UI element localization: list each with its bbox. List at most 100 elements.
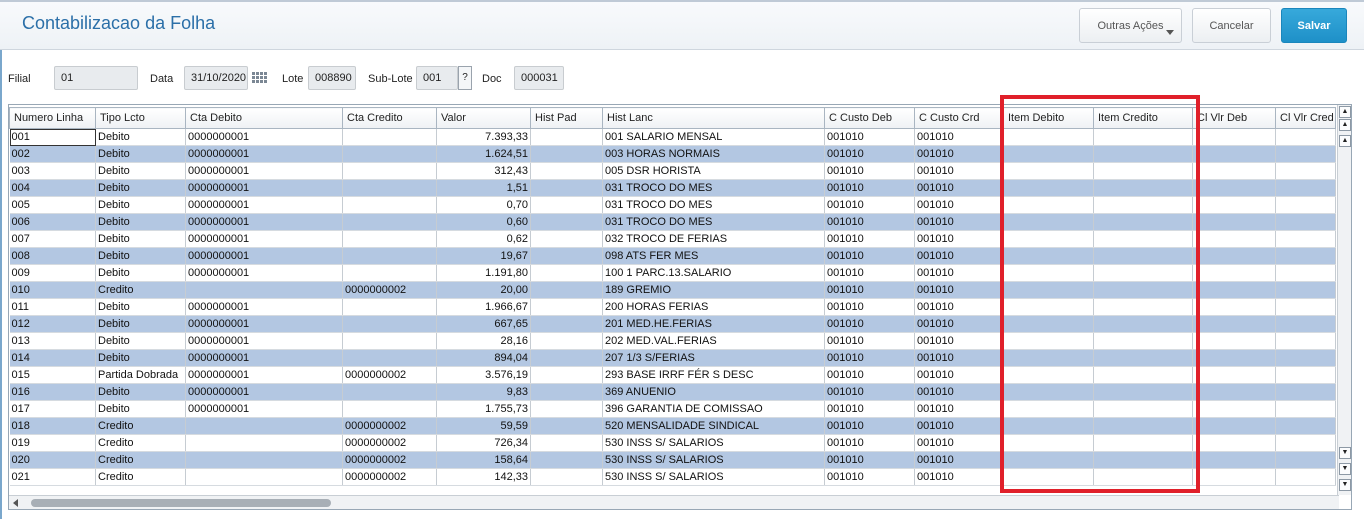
- table-cell[interactable]: 001010: [914, 196, 1004, 214]
- column-header[interactable]: Numero Linha: [9, 107, 96, 129]
- table-cell[interactable]: 001010: [914, 230, 1004, 248]
- calendar-icon[interactable]: [251, 71, 267, 85]
- table-cell[interactable]: 0,62: [436, 230, 531, 248]
- table-cell[interactable]: 1.624,51: [436, 145, 531, 163]
- table-cell[interactable]: [342, 145, 437, 163]
- table-cell[interactable]: 0000000002: [342, 451, 437, 469]
- table-cell[interactable]: 031 TROCO DO MES: [602, 213, 825, 231]
- table-cell[interactable]: Debito: [95, 196, 186, 214]
- table-cell[interactable]: [1275, 383, 1336, 401]
- table-cell[interactable]: [1003, 128, 1094, 146]
- table-cell[interactable]: 001010: [914, 179, 1004, 197]
- table-cell[interactable]: [1275, 298, 1336, 316]
- table-cell[interactable]: Debito: [95, 315, 186, 333]
- table-cell[interactable]: [1003, 451, 1094, 469]
- table-cell[interactable]: Debito: [95, 145, 186, 163]
- table-cell[interactable]: [1003, 383, 1094, 401]
- table-cell[interactable]: 0000000001: [185, 128, 343, 146]
- table-cell[interactable]: 001010: [824, 128, 915, 146]
- table-cell[interactable]: [1093, 400, 1193, 418]
- table-cell[interactable]: 0000000001: [185, 145, 343, 163]
- table-cell[interactable]: 001010: [914, 128, 1004, 146]
- table-row[interactable]: 017 Debito 0000000001 1.755,73 396 GARANTIA …: [9, 400, 1336, 418]
- table-row[interactable]: 021 Credito 0000000002 142,33 530 INSS S/ SA…: [9, 468, 1336, 486]
- table-cell[interactable]: 001010: [914, 366, 1004, 384]
- table-cell[interactable]: [1093, 383, 1193, 401]
- table-cell[interactable]: 001010: [824, 162, 915, 180]
- table-cell[interactable]: Credito: [95, 417, 186, 435]
- table-cell[interactable]: [1275, 468, 1336, 486]
- table-cell[interactable]: 031 TROCO DO MES: [602, 196, 825, 214]
- table-cell[interactable]: 001010: [824, 366, 915, 384]
- table-cell[interactable]: [1192, 196, 1276, 214]
- table-cell[interactable]: 530 INSS S/ SALARIOS: [602, 468, 825, 486]
- table-cell[interactable]: 0000000001: [185, 196, 343, 214]
- table-cell[interactable]: [342, 349, 437, 367]
- table-cell[interactable]: [342, 332, 437, 350]
- table-cell[interactable]: 1.966,67: [436, 298, 531, 316]
- table-cell[interactable]: 001010: [914, 417, 1004, 435]
- table-cell[interactable]: [342, 196, 437, 214]
- table-cell[interactable]: [1275, 145, 1336, 163]
- table-cell[interactable]: 004: [9, 179, 96, 197]
- table-row[interactable]: 014 Debito 0000000001 894,04 207 1/3 S/FERIA…: [9, 349, 1336, 367]
- table-cell[interactable]: [1093, 213, 1193, 231]
- table-cell[interactable]: [1192, 451, 1276, 469]
- table-cell[interactable]: [1275, 264, 1336, 282]
- table-cell[interactable]: 001010: [824, 332, 915, 350]
- table-cell[interactable]: [342, 383, 437, 401]
- table-cell[interactable]: [1192, 383, 1276, 401]
- table-cell[interactable]: [1093, 349, 1193, 367]
- table-cell[interactable]: [1275, 196, 1336, 214]
- table-cell[interactable]: [342, 264, 437, 282]
- table-cell[interactable]: [1003, 298, 1094, 316]
- table-cell[interactable]: [1093, 332, 1193, 350]
- table-cell[interactable]: 894,04: [436, 349, 531, 367]
- table-cell[interactable]: 530 INSS S/ SALARIOS: [602, 451, 825, 469]
- table-row[interactable]: 019 Credito 0000000002 726,34 530 INSS S/ SA…: [9, 434, 1336, 452]
- table-cell[interactable]: 031 TROCO DO MES: [602, 179, 825, 197]
- table-row[interactable]: 020 Credito 0000000002 158,64 530 INSS S/ SA…: [9, 451, 1336, 469]
- table-cell[interactable]: [1093, 162, 1193, 180]
- table-cell[interactable]: 001010: [824, 179, 915, 197]
- table-cell[interactable]: 28,16: [436, 332, 531, 350]
- table-cell[interactable]: [1275, 213, 1336, 231]
- table-cell[interactable]: [1192, 417, 1276, 435]
- table-cell[interactable]: 207 1/3 S/FERIAS: [602, 349, 825, 367]
- table-cell[interactable]: 013: [9, 332, 96, 350]
- table-cell[interactable]: Debito: [95, 162, 186, 180]
- table-cell[interactable]: 001010: [824, 383, 915, 401]
- table-cell[interactable]: [1003, 213, 1094, 231]
- table-cell[interactable]: 530 INSS S/ SALARIOS: [602, 434, 825, 452]
- lote-field[interactable]: 008890: [308, 66, 356, 90]
- table-cell[interactable]: [1192, 349, 1276, 367]
- table-cell[interactable]: [1275, 434, 1336, 452]
- table-cell[interactable]: [1003, 315, 1094, 333]
- table-cell[interactable]: [1093, 264, 1193, 282]
- table-cell[interactable]: 0000000001: [185, 315, 343, 333]
- table-cell[interactable]: [1093, 230, 1193, 248]
- table-cell[interactable]: [1093, 145, 1193, 163]
- scroll-left-icon[interactable]: [13, 499, 18, 507]
- table-cell[interactable]: 0000000001: [185, 264, 343, 282]
- table-cell[interactable]: 001010: [824, 213, 915, 231]
- table-cell[interactable]: 001010: [824, 400, 915, 418]
- table-cell[interactable]: [1093, 196, 1193, 214]
- table-cell[interactable]: 001010: [824, 434, 915, 452]
- table-cell[interactable]: [1093, 281, 1193, 299]
- table-row[interactable]: 005 Debito 0000000001 0,70 031 TROCO DO MES 0…: [9, 196, 1336, 214]
- table-cell[interactable]: 014: [9, 349, 96, 367]
- entries-grid[interactable]: Numero Linha Tipo Lcto Cta Debito Cta Credi…: [8, 104, 1352, 510]
- table-cell[interactable]: Credito: [95, 468, 186, 486]
- table-cell[interactable]: [1003, 366, 1094, 384]
- column-header[interactable]: Hist Pad: [530, 107, 603, 129]
- table-cell[interactable]: 0000000001: [185, 213, 343, 231]
- table-row[interactable]: 001 Debito 0000000001 7.393,33 001 SALARIO M…: [9, 128, 1336, 146]
- table-cell[interactable]: [185, 281, 343, 299]
- table-row[interactable]: 008 Debito 0000000001 19,67 098 ATS FER MES 0…: [9, 247, 1336, 265]
- table-cell[interactable]: [1003, 468, 1094, 486]
- column-header[interactable]: Cl Vlr Cred: [1275, 107, 1336, 129]
- table-cell[interactable]: [1275, 281, 1336, 299]
- table-cell[interactable]: [1275, 128, 1336, 146]
- table-cell[interactable]: [530, 128, 603, 146]
